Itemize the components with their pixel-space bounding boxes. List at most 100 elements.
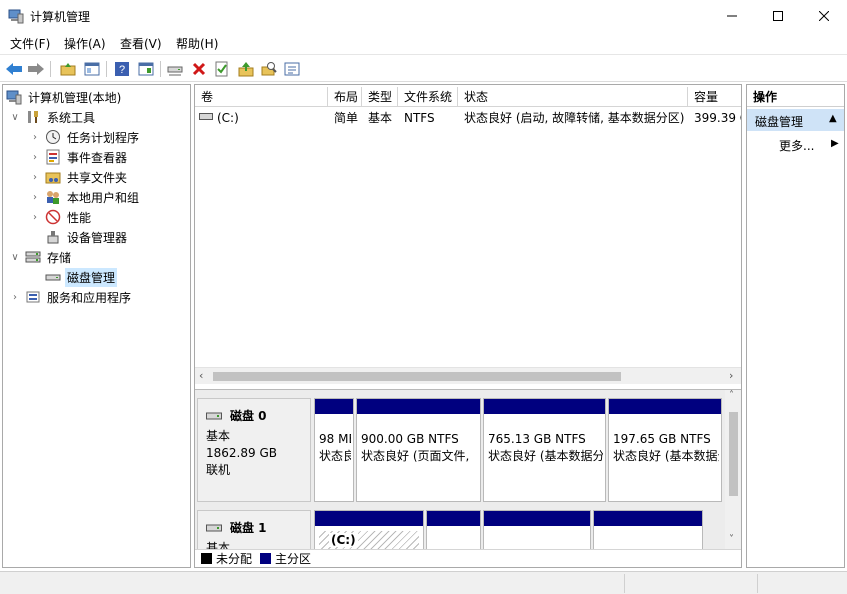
tree-item-task-scheduler[interactable]: › 任务计划程序	[29, 127, 141, 147]
actions-more[interactable]: 更多... ▶	[747, 135, 844, 155]
delete-button[interactable]	[189, 59, 209, 79]
partition[interactable]: 900.00 GB NTFS 状态良好 (页面文件,	[356, 398, 481, 502]
chevron-right-icon[interactable]: ›	[29, 152, 41, 163]
scroll-right-icon[interactable]: ›	[729, 369, 733, 382]
tree-root[interactable]: 计算机管理(本地)	[3, 87, 123, 107]
legend-swatch-unallocated	[201, 553, 212, 564]
scroll-down-icon[interactable]: ˅	[729, 534, 734, 545]
minimize-icon	[727, 15, 737, 16]
tree-item-local-users[interactable]: › 本地用户和组	[29, 187, 141, 207]
folder-up-icon	[60, 63, 76, 76]
tree-item-disk-management[interactable]: 磁盘管理	[41, 267, 118, 287]
event-viewer-icon	[45, 149, 61, 165]
disk-name: 磁盘 0	[230, 409, 267, 423]
title-bar: 计算机管理	[0, 0, 847, 31]
toolbar-separator	[50, 61, 51, 77]
device-manager-icon	[45, 229, 61, 245]
partition[interactable]: 98 MB状态良好	[314, 398, 354, 502]
tree-item-system-tools[interactable]: ∨ 系统工具	[9, 107, 97, 127]
table-row[interactable]: (C:) 简单 基本 NTFS 状态良好 (启动, 故障转储, 基本数据分区) …	[195, 107, 741, 127]
chevron-right-icon[interactable]: ›	[29, 212, 41, 223]
scrollbar-thumb[interactable]	[213, 372, 621, 381]
tree-item-event-viewer[interactable]: › 事件查看器	[29, 147, 129, 167]
menu-file[interactable]: 文件(F)	[10, 35, 50, 52]
disk-icon	[206, 524, 222, 531]
clock-icon	[45, 129, 61, 145]
column-header-filesystem[interactable]: 文件系统	[398, 87, 458, 107]
partition[interactable]: 197.65 GB NTFS状态良好 (基本数据分区)	[608, 398, 722, 502]
tree-root-label: 计算机管理(本地)	[28, 90, 122, 105]
disk-name: 磁盘 1	[230, 521, 267, 535]
horizontal-scrollbar[interactable]: ‹ ›	[195, 367, 741, 384]
chevron-right-icon[interactable]: ›	[29, 132, 41, 143]
performance-icon	[45, 209, 61, 225]
scroll-up-icon[interactable]: ˄	[729, 390, 734, 401]
submenu-arrow-icon: ▶	[831, 138, 839, 149]
menu-help[interactable]: 帮助(H)	[176, 35, 218, 52]
connect-drive-button[interactable]	[166, 59, 186, 79]
tree-item-shared-folders[interactable]: › 共享文件夹	[29, 167, 129, 187]
column-header-volume[interactable]: 卷	[195, 87, 328, 107]
tools-icon	[25, 109, 41, 125]
collapse-up-icon[interactable]: ▲	[829, 113, 837, 124]
back-button[interactable]	[4, 59, 24, 79]
chevron-down-icon[interactable]: ∨	[9, 112, 21, 123]
tree-item-performance[interactable]: › 性能	[29, 207, 93, 227]
properties-icon	[215, 61, 228, 77]
action-pane-icon	[138, 62, 154, 76]
status-bar	[0, 571, 847, 594]
help-button[interactable]: ?	[112, 59, 132, 79]
tree-item-storage[interactable]: ∨ 存储	[9, 247, 73, 267]
column-header-layout[interactable]: 布局	[328, 87, 362, 107]
legend-label-primary: 主分区	[275, 552, 312, 566]
actions-title: 操作	[747, 85, 844, 107]
tree-item-device-manager[interactable]: 设备管理器	[41, 227, 129, 247]
console-tree-icon	[84, 62, 100, 76]
scrollbar-thumb[interactable]	[729, 412, 738, 496]
computer-management-icon	[8, 9, 24, 24]
settings-button[interactable]	[282, 59, 302, 79]
maximize-icon	[773, 10, 783, 21]
chevron-right-icon[interactable]: ›	[29, 192, 41, 203]
menu-action[interactable]: 操作(A)	[64, 35, 106, 52]
menu-view[interactable]: 查看(V)	[120, 35, 162, 52]
tree-item-services-apps[interactable]: › 服务和应用程序	[9, 287, 133, 307]
folder-arrow-up-icon	[238, 62, 254, 77]
disk-management-pane: 卷 布局 类型 文件系统 状态 容量 (C:) 简单 基本 NTFS 状态良好 …	[194, 84, 742, 568]
chevron-down-icon[interactable]: ∨	[9, 252, 21, 263]
disk-size: 1862.89 GB	[206, 446, 277, 460]
actions-section-disk-management[interactable]: 磁盘管理 ▲	[747, 109, 844, 131]
disk-status: 联机	[206, 463, 231, 477]
show-hide-action-pane-button[interactable]	[136, 59, 156, 79]
up-one-level-button[interactable]	[58, 59, 78, 79]
menu-bar: 文件(F) 操作(A) 查看(V) 帮助(H)	[0, 31, 847, 53]
disk-icon	[206, 412, 222, 419]
column-header-status[interactable]: 状态	[458, 87, 688, 107]
close-icon	[819, 10, 829, 21]
chevron-right-icon[interactable]: ›	[9, 292, 21, 303]
minimize-button[interactable]	[709, 0, 755, 31]
column-header-type[interactable]: 类型	[362, 87, 398, 107]
maximize-button[interactable]	[755, 0, 801, 31]
shared-folder-icon	[45, 169, 61, 185]
chevron-right-icon[interactable]: ›	[29, 172, 41, 183]
close-button[interactable]	[801, 0, 847, 31]
search-button[interactable]	[259, 59, 279, 79]
show-hide-tree-button[interactable]	[82, 59, 102, 79]
storage-icon	[25, 249, 41, 265]
properties-button[interactable]	[212, 59, 232, 79]
partition[interactable]: 765.13 GB NTFS状态良好 (基本数据分区)	[483, 398, 606, 502]
status-separator	[757, 574, 758, 593]
status-separator	[624, 574, 625, 593]
column-header-capacity[interactable]: 容量	[688, 87, 741, 107]
toolbar: ?	[0, 54, 847, 82]
refresh-button[interactable]	[236, 59, 256, 79]
disk-type: 基本	[206, 429, 231, 443]
disk-0-label[interactable]: 磁盘 0 基本 1862.89 GB 联机	[197, 398, 311, 502]
services-icon	[25, 289, 41, 305]
vertical-scrollbar[interactable]: ˄ ˅	[725, 390, 741, 550]
folder-search-icon	[261, 62, 277, 76]
scroll-left-icon[interactable]: ‹	[199, 369, 203, 382]
forward-button[interactable]	[26, 59, 46, 79]
legend-label-unallocated: 未分配	[216, 552, 253, 566]
